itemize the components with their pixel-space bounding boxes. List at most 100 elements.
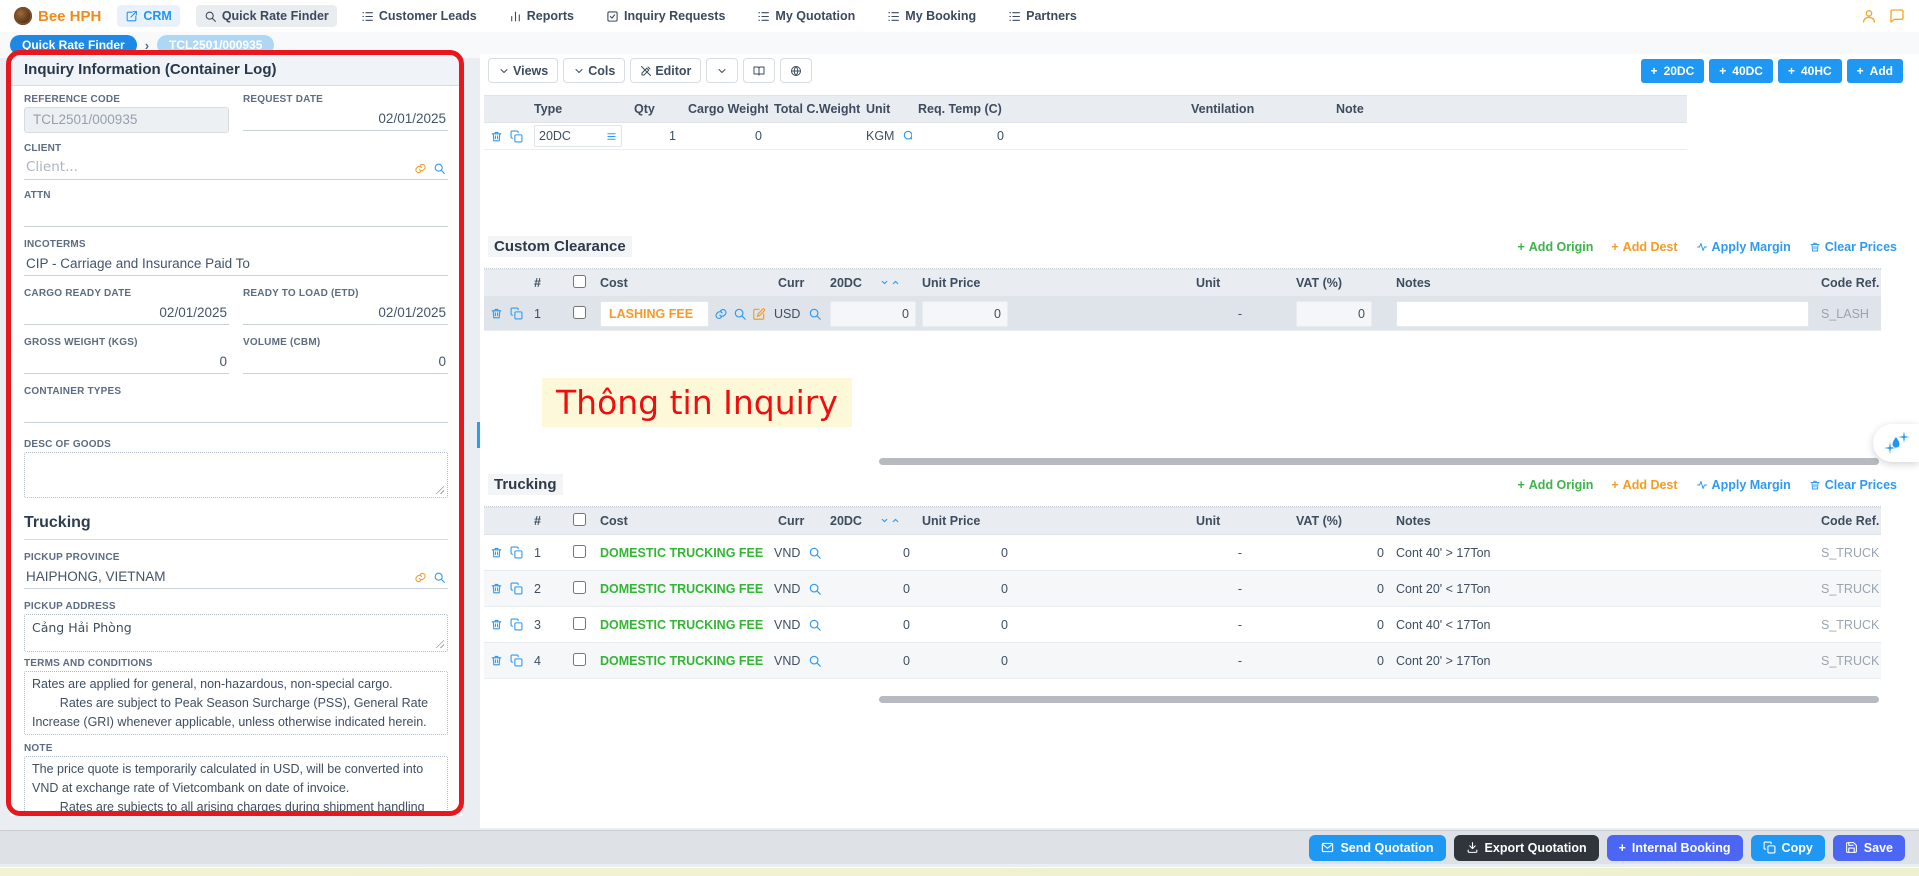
cost-value[interactable]: DOMESTIC TRUCKING FEE xyxy=(600,618,763,632)
edit-icon[interactable] xyxy=(752,307,766,321)
sort-icons[interactable] xyxy=(880,516,900,525)
notes-input[interactable] xyxy=(1396,300,1809,327)
copy-icon[interactable] xyxy=(510,546,523,559)
ventilation-header[interactable]: Ventilation xyxy=(1185,102,1330,116)
request-date-input[interactable]: 02/01/2025 xyxy=(243,107,448,131)
search-icon[interactable] xyxy=(808,618,822,632)
clear-prices-link[interactable]: Clear Prices xyxy=(1809,240,1897,254)
notes-cell[interactable]: Cont 40' < 17Ton xyxy=(1390,618,1815,632)
notes-cell[interactable]: Cont 20' > 17Ton xyxy=(1390,654,1815,668)
cost-header[interactable]: Cost xyxy=(594,276,772,290)
pickup-province-field[interactable]: HAIPHONG, VIETNAM xyxy=(24,565,448,589)
curr-cell[interactable]: VND xyxy=(772,546,824,560)
curr-header[interactable]: Curr xyxy=(772,514,824,528)
copy-icon[interactable] xyxy=(510,307,523,320)
link-icon[interactable] xyxy=(414,571,427,584)
volume-input[interactable]: 0 xyxy=(243,350,448,374)
add-40dc-button[interactable]: +40DC xyxy=(1709,59,1773,83)
nav-item-partners[interactable]: Partners xyxy=(1000,5,1085,27)
cost-value[interactable]: DOMESTIC TRUCKING FEE xyxy=(600,546,763,560)
dc20-cell[interactable]: 0 xyxy=(824,582,916,596)
ready-to-load-input[interactable]: 02/01/2025 xyxy=(243,301,448,325)
sort-down-icon[interactable] xyxy=(880,516,889,525)
req-temp-header[interactable]: Req. Temp (C) xyxy=(912,102,1185,116)
user-icon[interactable] xyxy=(1861,8,1877,24)
total-cweight-header[interactable]: Total C.Weight xyxy=(768,102,860,116)
container-types-input[interactable] xyxy=(24,399,448,423)
select-all-header[interactable] xyxy=(564,275,594,291)
trash-icon[interactable] xyxy=(490,307,503,320)
row-checkbox[interactable] xyxy=(572,580,586,594)
select-cell[interactable] xyxy=(564,544,594,561)
select-cell[interactable] xyxy=(564,616,594,633)
unit-price-cell[interactable]: 0 xyxy=(916,618,1190,632)
views-button[interactable]: Views xyxy=(488,58,559,83)
unit-cell[interactable]: KGM xyxy=(860,129,912,143)
trash-icon[interactable] xyxy=(490,618,503,631)
sort-up-icon[interactable] xyxy=(891,278,900,287)
search-icon[interactable] xyxy=(808,307,822,321)
cost-header[interactable]: Cost xyxy=(594,514,772,528)
trash-icon[interactable] xyxy=(490,130,503,143)
dc20-cell[interactable]: 0 xyxy=(824,546,916,560)
unit-price-cell[interactable]: 0 xyxy=(916,654,1190,668)
terms-textarea[interactable]: Rates are applied for general, non-hazar… xyxy=(24,671,448,735)
cost-cell[interactable]: DOMESTIC TRUCKING FEE xyxy=(594,654,772,668)
clear-prices-link[interactable]: Clear Prices xyxy=(1809,478,1897,492)
row-checkbox[interactable] xyxy=(572,305,586,319)
curr-cell[interactable]: VND xyxy=(772,618,824,632)
nav-item-crm[interactable]: CRM xyxy=(117,5,180,27)
curr-header[interactable]: Curr xyxy=(772,276,824,290)
dc20-header[interactable]: 20DC xyxy=(824,514,916,528)
cost-input[interactable]: LASHING FEE xyxy=(600,300,709,327)
trash-icon[interactable] xyxy=(490,582,503,595)
gross-weight-input[interactable]: 0 xyxy=(24,350,229,374)
unit-price-cell[interactable]: 0 xyxy=(916,300,1190,327)
dc20-cell[interactable]: 0 xyxy=(824,618,916,632)
more-dropdown-button[interactable] xyxy=(706,58,739,83)
assistant-widget[interactable] xyxy=(1873,424,1919,462)
search-icon[interactable] xyxy=(808,546,822,560)
vat-input[interactable]: 0 xyxy=(1296,300,1372,327)
unit-price-header[interactable]: Unit Price xyxy=(916,276,1190,290)
link-icon[interactable] xyxy=(714,307,728,321)
vat-cell[interactable]: 0 xyxy=(1290,300,1390,327)
editor-button[interactable]: Editor xyxy=(630,58,702,83)
notes-cell[interactable]: Cont 40' > 17Ton xyxy=(1390,546,1815,560)
book-view-button[interactable] xyxy=(743,58,776,83)
cost-cell[interactable]: DOMESTIC TRUCKING FEE xyxy=(594,618,772,632)
unit-price-header[interactable]: Unit Price xyxy=(916,514,1190,528)
link-icon[interactable] xyxy=(414,162,427,175)
nav-item-my-booking[interactable]: My Booking xyxy=(879,5,984,27)
note-header[interactable]: Note xyxy=(1330,102,1687,116)
notes-header[interactable]: Notes xyxy=(1390,276,1815,290)
cols-button[interactable]: Cols xyxy=(563,58,626,83)
save-button[interactable]: Save xyxy=(1832,834,1905,861)
notes-header[interactable]: Notes xyxy=(1390,514,1815,528)
internal-booking-button[interactable]: + Internal Booking xyxy=(1606,834,1743,861)
select-all-checkbox[interactable] xyxy=(572,513,586,526)
curr-cell[interactable]: USD xyxy=(772,307,824,321)
search-icon[interactable] xyxy=(902,129,912,143)
sort-up-icon[interactable] xyxy=(891,516,900,525)
dc20-header[interactable]: 20DC xyxy=(824,276,916,290)
reference-code-input[interactable]: TCL2501/000935 xyxy=(24,107,229,133)
cost-value[interactable]: DOMESTIC TRUCKING FEE xyxy=(600,582,763,596)
brand[interactable]: Bee HPH xyxy=(14,7,101,25)
qty-cell[interactable]: 1 xyxy=(628,129,682,143)
export-quotation-button[interactable]: Export Quotation xyxy=(1453,834,1599,861)
notes-cell[interactable]: Cont 20' < 17Ton xyxy=(1390,582,1815,596)
dc20-cell[interactable]: 0 xyxy=(824,654,916,668)
horizontal-scrollbar[interactable] xyxy=(879,696,1879,703)
copy-button[interactable]: Copy xyxy=(1750,834,1825,861)
notes-cell[interactable] xyxy=(1390,300,1815,327)
unit-header[interactable]: Unit xyxy=(860,102,912,116)
breadcrumb-root[interactable]: Quick Rate Finder xyxy=(10,35,137,55)
select-cell[interactable] xyxy=(564,305,594,322)
row-checkbox[interactable] xyxy=(572,544,586,558)
client-field[interactable] xyxy=(24,156,448,180)
settings-button[interactable] xyxy=(780,58,813,83)
curr-cell[interactable]: VND xyxy=(772,582,824,596)
vat-header[interactable]: VAT (%) xyxy=(1290,276,1390,290)
code-ref-header[interactable]: Code Ref. xyxy=(1815,276,1881,290)
